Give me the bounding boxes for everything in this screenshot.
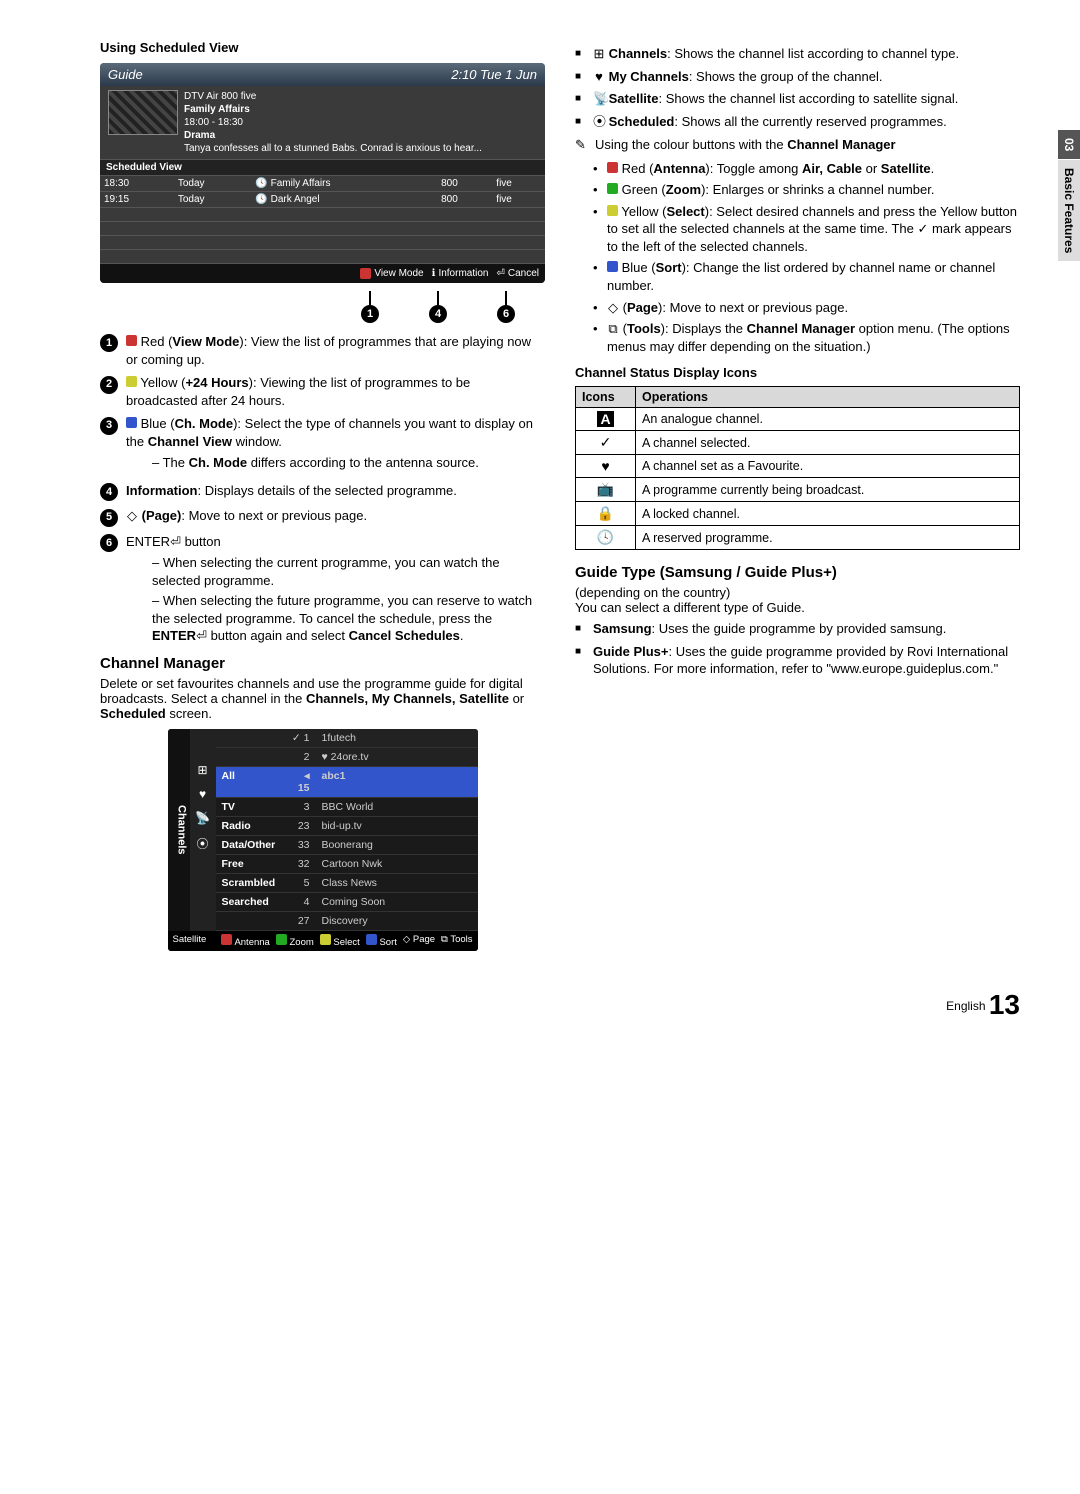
satellite-icon: 📡 xyxy=(195,811,210,825)
analogue-icon: A xyxy=(576,408,636,431)
colour-button-list: • Red (Antenna): Toggle among Air, Cable… xyxy=(593,160,1020,355)
guide-programme: Family Affairs xyxy=(184,103,482,116)
guide-thumbnail xyxy=(108,90,178,135)
channels-side-tab: Channels xyxy=(168,729,190,931)
page-arrows-icon: ◇ xyxy=(126,507,138,525)
enter-icon: ⏎ xyxy=(170,534,181,549)
heart-icon: ♥ xyxy=(199,787,206,801)
yellow-chip-icon xyxy=(126,376,137,387)
check-icon: ✓ xyxy=(918,221,929,236)
check-icon: ✓ xyxy=(576,431,636,455)
callout-4: 4 xyxy=(429,305,447,323)
guide-desc: Tanya confesses all to a stunned Babs. C… xyxy=(184,142,482,155)
note-icon: ✎ xyxy=(575,136,589,154)
guide-source: DTV Air 800 five xyxy=(184,90,482,103)
channels-screenshot: Channels ⊞ ♥ 📡 ⦿ ✓ 11futech 2♥ 24ore.tv … xyxy=(168,729,478,951)
callout-6: 6 xyxy=(497,305,515,323)
clock-icon: 🕓 xyxy=(576,526,636,550)
status-icons-table: IconsOperations AAn analogue channel. ✓A… xyxy=(575,386,1020,550)
heading-channel-manager: Channel Manager xyxy=(100,655,545,672)
yellow-chip-icon xyxy=(607,205,618,216)
subheading-status-icons: Channel Status Display Icons xyxy=(575,365,1020,380)
green-chip-icon xyxy=(607,183,618,194)
guide-type-desc: You can select a different type of Guide… xyxy=(575,600,1020,615)
info-icon: ℹ xyxy=(432,268,436,279)
page-arrows-icon: ◇ xyxy=(607,299,619,317)
broadcast-icon: 📺 xyxy=(576,478,636,502)
guide-time: 18:00 - 18:30 xyxy=(184,116,482,129)
satellite-label: Satellite xyxy=(173,934,207,948)
tools-icon: ⧉ xyxy=(607,320,619,338)
channel-types-list: ■⊞ Channels: Shows the channel list acco… xyxy=(575,45,1020,130)
guide-screenshot: Guide 2:10 Tue 1 Jun DTV Air 800 five Fa… xyxy=(100,63,545,283)
note-colour-buttons: ✎ Using the colour buttons with the Chan… xyxy=(575,136,1020,154)
heading-guide-type: Guide Type (Samsung / Guide Plus+) xyxy=(575,564,1020,581)
red-chip-icon xyxy=(607,162,618,173)
channels-icon: ⊞ xyxy=(593,45,605,63)
satellite-icon: 📡 xyxy=(593,90,605,108)
guide-clock: 2:10 Tue 1 Jun xyxy=(451,67,537,82)
heart-icon: ♥ xyxy=(593,68,605,86)
scheduled-icon: ⦿ xyxy=(196,835,208,852)
guide-type-list: ■Samsung: Uses the guide programme by pr… xyxy=(575,620,1020,678)
page-footer: English 13 xyxy=(100,989,1020,1021)
callout-row: 1 4 6 xyxy=(100,291,545,323)
section-tab-label: Basic Features xyxy=(1058,160,1080,261)
numbered-feature-list: 1 Red (View Mode): View the list of prog… xyxy=(100,333,545,649)
scheduled-table: 18:30Today🕓 Family Affairs800five 19:15T… xyxy=(100,176,545,264)
channel-manager-desc: Delete or set favourites channels and us… xyxy=(100,676,545,721)
blue-chip-icon xyxy=(607,261,618,272)
callout-1: 1 xyxy=(361,305,379,323)
red-chip-icon xyxy=(126,335,137,346)
guide-title: Guide xyxy=(108,67,143,82)
section-tab-num: 03 xyxy=(1058,130,1080,159)
heart-icon: ♥ xyxy=(576,455,636,478)
scheduled-view-label: Scheduled View xyxy=(100,159,545,176)
guide-genre: Drama xyxy=(184,129,482,142)
red-chip-icon xyxy=(360,268,371,279)
guide-type-dep: (depending on the country) xyxy=(575,585,1020,600)
return-icon: ⏎ xyxy=(496,268,504,279)
lock-icon: 🔒 xyxy=(576,502,636,526)
antenna-icon: ⊞ xyxy=(197,763,207,777)
subheading-scheduled-view: Using Scheduled View xyxy=(100,40,545,55)
blue-chip-icon xyxy=(126,417,137,428)
scheduled-icon: ⦿ xyxy=(593,113,605,131)
